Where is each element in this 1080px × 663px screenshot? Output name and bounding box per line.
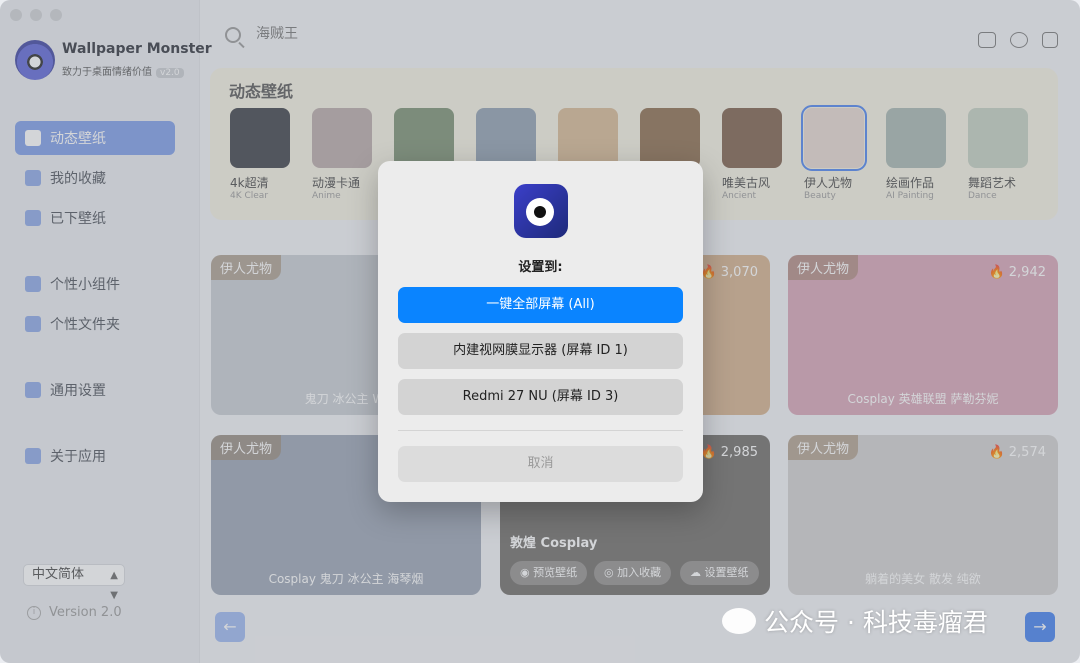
app-window: Wallpaper Monster 致力于桌面情绪价值 v2.0 动态壁纸 我的收… <box>0 0 1080 663</box>
cancel-button[interactable]: 取消 <box>398 446 683 482</box>
dialog-title: 设置到: <box>518 260 563 275</box>
redmi-display-button[interactable]: Redmi 27 NU (屏幕 ID 3) <box>398 379 683 415</box>
app-icon <box>514 184 568 238</box>
wechat-icon <box>722 608 756 634</box>
watermark: 公众号 · 科技毒瘤君 <box>722 603 988 639</box>
set-wallpaper-dialog: 设置到: 一键全部屏幕 (All) 内建视网膜显示器 (屏幕 ID 1) Red… <box>378 161 703 502</box>
all-screens-button[interactable]: 一键全部屏幕 (All) <box>398 287 683 323</box>
watermark-text: 公众号 · 科技毒瘤君 <box>764 608 988 637</box>
dialog-divider <box>398 430 683 431</box>
builtin-display-button[interactable]: 内建视网膜显示器 (屏幕 ID 1) <box>398 333 683 369</box>
